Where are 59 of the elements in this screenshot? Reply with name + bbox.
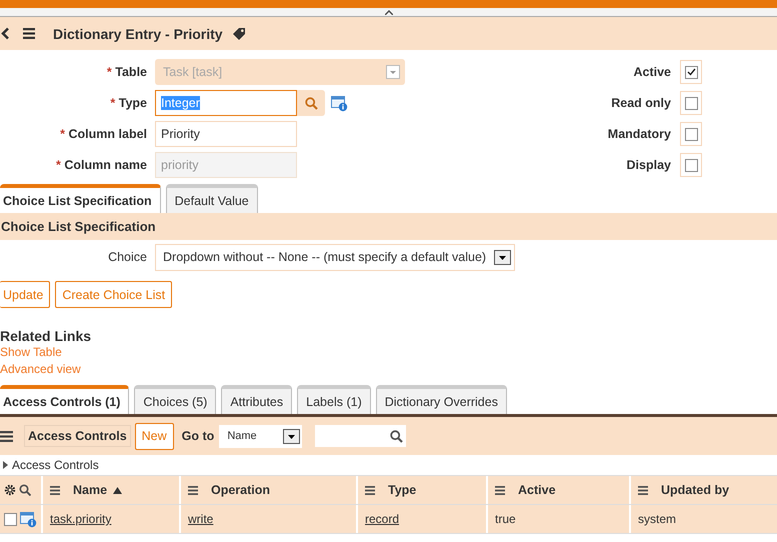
input-field[interactable]: Priority — [155, 121, 297, 147]
goto-label: Go to — [182, 429, 214, 443]
tab[interactable]: Dictionary Overrides — [376, 385, 507, 414]
section-heading: Related Links — [0, 328, 92, 344]
field-label: Choice — [107, 250, 147, 264]
column-menu-icon[interactable] — [365, 486, 375, 494]
tab[interactable]: Choice List Specification — [0, 184, 161, 213]
tab[interactable]: Choices (5) — [134, 385, 216, 414]
field-label: * Column label — [59, 127, 147, 141]
check-icon — [686, 68, 696, 76]
column-header[interactable]: Updated by — [631, 476, 777, 504]
checkbox[interactable] — [684, 66, 698, 78]
sort-ascending-icon[interactable] — [113, 486, 122, 494]
field-label: * Table — [106, 65, 147, 79]
field-label: * Type — [109, 96, 147, 110]
tag-icon[interactable] — [232, 26, 246, 40]
breadcrumb-link[interactable]: Access Controls — [12, 458, 99, 472]
back-icon[interactable] — [1, 27, 10, 40]
choice-select[interactable]: Dropdown without -- None -- (must specify a default value) — [155, 244, 515, 270]
settings-icon[interactable] — [4, 484, 16, 496]
tab[interactable]: Attributes — [221, 385, 292, 414]
table-select: Task [task] — [155, 59, 405, 85]
table-link[interactable]: task.priority — [50, 512, 112, 526]
column-menu-icon[interactable] — [50, 486, 60, 494]
column-menu-icon[interactable] — [188, 486, 198, 494]
table-link[interactable]: write — [188, 512, 214, 526]
tab[interactable]: Labels (1) — [297, 385, 371, 414]
tab[interactable]: Default Value — [166, 184, 258, 213]
tab[interactable]: Access Controls (1) — [0, 385, 130, 414]
checkbox[interactable] — [4, 512, 17, 526]
checkbox-label: Read only — [611, 96, 671, 110]
checkbox-label: Display — [626, 158, 671, 172]
lookup-button[interactable] — [297, 90, 325, 116]
list-title-button[interactable]: Access Controls — [24, 425, 131, 447]
checkbox[interactable] — [684, 96, 698, 110]
input-field: priority — [155, 152, 297, 178]
table-cell: true — [495, 512, 516, 526]
table-cell: system — [638, 512, 676, 526]
info-icon[interactable] — [20, 510, 37, 528]
goto-select[interactable]: Name — [219, 424, 302, 448]
page-title: Dictionary Entry - Priority — [53, 26, 223, 42]
table-link[interactable]: record — [365, 512, 400, 526]
info-icon[interactable] — [331, 94, 348, 112]
section-header: Choice List Specification — [0, 213, 777, 240]
expand-icon[interactable] — [3, 461, 8, 469]
column-menu-icon[interactable] — [495, 486, 505, 494]
menu-icon[interactable] — [23, 28, 35, 39]
search-field[interactable] — [315, 425, 406, 447]
checkbox[interactable] — [684, 158, 698, 172]
field-label: * Column name — [55, 158, 147, 172]
collapse-icon[interactable] — [384, 10, 392, 14]
checkbox-label: Active — [633, 65, 671, 79]
menu-icon[interactable] — [0, 430, 13, 442]
checkbox-label: Mandatory — [608, 127, 671, 141]
search-icon[interactable] — [19, 484, 31, 496]
column-menu-icon[interactable] — [638, 486, 648, 494]
search-icon — [304, 96, 318, 110]
search-icon[interactable] — [390, 430, 404, 442]
checkbox[interactable] — [684, 128, 698, 140]
